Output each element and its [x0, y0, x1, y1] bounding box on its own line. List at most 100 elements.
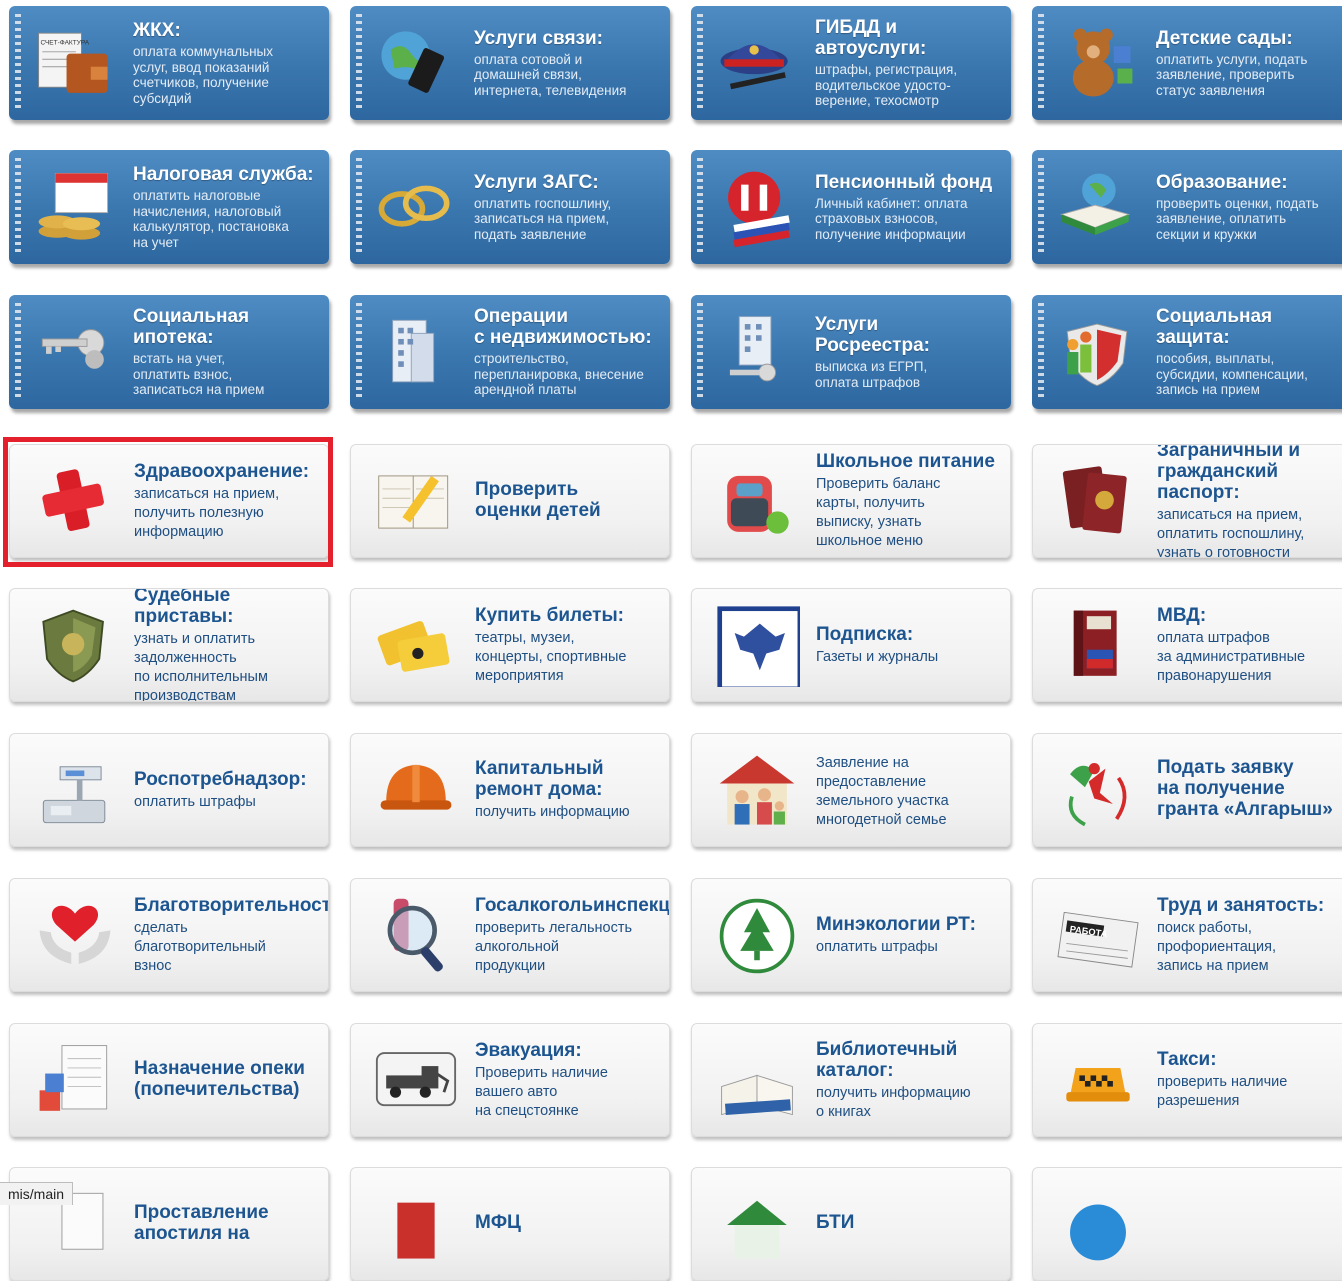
tile-title: Купить билеты: [475, 604, 624, 626]
open-book-icon [714, 1040, 800, 1122]
building-key-icon [713, 311, 799, 393]
tile-title: Услуги ЗАГС: [474, 171, 599, 193]
tile-description: Заявление на предоставление земельного у… [816, 754, 949, 828]
service-tile-keys[interactable]: Социальная ипотека: встать на учет, оплат… [9, 295, 329, 409]
globe-phone-icon [372, 22, 458, 104]
svg-text:СЧЕТ-ФАКТУРА: СЧЕТ-ФАКТУРА [40, 39, 89, 46]
service-tile-family-shield[interactable]: Социальная защита: пособия, выплаты, субс… [1032, 295, 1342, 409]
service-tile-scales[interactable]: Роспотребнадзор: оплатить штрафы [9, 733, 329, 847]
tile-title: Налоговая служба: [133, 164, 314, 185]
tile-description: оплатить налоговые начисления, налоговый… [133, 188, 289, 250]
tile-title: Здравоохранение: [134, 460, 310, 482]
service-tile-hard-hat[interactable]: Капитальный ремонт дома: получить информа… [350, 733, 670, 847]
tile-title: Назначение опеки (попечительства) [134, 1057, 305, 1100]
tile-description: оплатить госпошлину, записаться на прием… [474, 195, 612, 242]
tile-description: узнать и оплатить задолженность по испол… [134, 630, 268, 702]
service-tile-building[interactable]: Операции с недвижимостью: строительство, … [350, 295, 670, 409]
tile-description: оплата сотовой и домашней связи, интерне… [474, 51, 627, 98]
tile-text [1157, 1168, 1342, 1280]
tile-description: оплатить штрафы [134, 793, 256, 810]
service-tile-family-house[interactable]: Заявление на предоставление земельного у… [691, 733, 1011, 847]
tile-title: Операции с недвижимостью: [474, 306, 652, 349]
tile-description: записаться на прием, оплатить госпошлину… [1157, 506, 1305, 558]
tile-description: Проверить баланс карты, получить выписку… [816, 476, 941, 549]
tile-title: Школьное питание [816, 451, 995, 472]
status-bar-url: mis/main [0, 1182, 74, 1205]
tile-text: Капитальный ремонт дома: получить информа… [475, 734, 663, 846]
tile-text: Роспотребнадзор: оплатить штрафы [134, 734, 322, 846]
service-tile-newspaper[interactable]: РАБОТА Труд и занятость: поиск работы, про… [1032, 878, 1342, 992]
service-tile-coins-calendar[interactable]: Налоговая служба: оплатить налоговые начи… [9, 150, 329, 264]
service-tile-ecology-emblem[interactable]: Минэкологии РТ: оплатить штрафы [691, 878, 1011, 992]
tow-truck-icon [373, 1040, 459, 1122]
service-tile-bailiff-badge[interactable]: Судебные приставы: узнать и оплатить задо… [9, 588, 329, 702]
passport-icon [1055, 461, 1141, 543]
service-tile-post-eagle[interactable]: Подписка: Газеты и журналы [691, 588, 1011, 702]
service-tile-bill-wallet[interactable]: СЧЕТ-ФАКТУРА ЖКХ: оплата коммунальных услу… [9, 6, 329, 120]
bill-wallet-icon: СЧЕТ-ФАКТУРА [31, 22, 117, 104]
service-tile-building-key[interactable]: Услуги Росреестра: выписка из ЕГРП, оплат… [691, 295, 1011, 409]
coins-calendar-icon [31, 166, 117, 248]
service-tile-pension-fund-logo[interactable]: Пенсионный фонд Личный кабинет: оплата ст… [691, 150, 1011, 264]
tile-title: Проверить оценки детей [475, 478, 601, 521]
family-shield-icon [1054, 311, 1140, 393]
service-tile-taxi-sign[interactable]: Такси: проверить наличие разрешения [1032, 1023, 1342, 1137]
tile-description: строительство, перепланировка, внесение … [474, 351, 644, 398]
teddy-bear-icon [1054, 22, 1140, 104]
tile-title: Заграничный и гражданский паспорт: [1157, 444, 1301, 503]
tile-title: ЖКХ: [133, 20, 181, 41]
document-blocks-icon [32, 1040, 118, 1122]
tile-text: Библиотечный каталог: получить информацию… [816, 1024, 1004, 1136]
algarysh-logo-icon [1055, 750, 1141, 832]
service-tile-globe[interactable] [1032, 1167, 1342, 1281]
taxi-sign-icon [1055, 1040, 1141, 1122]
service-tile-teddy-bear[interactable]: Детские сады: оплатить услуги, подать зая… [1032, 6, 1342, 120]
service-tile-document-blocks[interactable]: Назначение опеки (попечительства) [9, 1023, 329, 1137]
tile-description: поиск работы, профориентация, запись на … [1157, 919, 1277, 974]
service-tile-algarysh-logo[interactable]: Подать заявку на получение гранта «Алгар… [1032, 733, 1342, 847]
tile-title: Подать заявку на получение гранта «Алгар… [1157, 757, 1333, 820]
tile-title: Подписка: [816, 623, 914, 645]
service-tile-backpack-apple[interactable]: Школьное питание Проверить баланс карты, … [691, 444, 1011, 558]
service-tile-diary-pencil[interactable]: Проверить оценки детей [350, 444, 670, 558]
tile-title: Труд и занятость: [1157, 894, 1325, 916]
service-tile-police-cap[interactable]: ГИБДД и автоуслуги: штрафы, регистрация, … [691, 6, 1011, 120]
tile-text: Услуги Росреестра: выписка из ЕГРП, оплат… [815, 295, 1005, 409]
heart-hands-icon [32, 895, 118, 977]
service-tile-globe-phone[interactable]: Услуги связи: оплата сотовой и домашней с… [350, 6, 670, 120]
tile-title: ГИБДД и автоуслуги: [815, 17, 927, 60]
tile-text: Социальная ипотека: встать на учет, оплат… [133, 295, 323, 409]
tile-text: Детские сады: оплатить услуги, подать зая… [1156, 6, 1342, 120]
tile-description: записаться на прием, получить полезную и… [134, 485, 280, 540]
tile-text: Налоговая служба: оплатить налоговые начи… [133, 150, 323, 264]
bailiff-badge-icon [32, 605, 118, 687]
tile-description: оплата коммунальных услуг, ввод показани… [133, 44, 274, 106]
tile-title: Роспотребнадзор: [134, 768, 307, 790]
tile-text: Школьное питание Проверить баланс карты, … [816, 445, 1004, 557]
service-tile-open-book[interactable]: Библиотечный каталог: получить информацию… [691, 1023, 1011, 1137]
tile-title: Судебные приставы: [134, 588, 234, 627]
service-tile-magnifier-bottle[interactable]: Госалкогольинспекция: проверить легальнос… [350, 878, 670, 992]
service-tile-passport[interactable]: Заграничный и гражданский паспорт: записа… [1032, 444, 1342, 558]
tile-title: МВД: [1157, 604, 1207, 626]
police-cap-icon [713, 22, 799, 104]
service-tile-tickets[interactable]: Купить билеты: театры, музеи, концерты, с… [350, 588, 670, 702]
service-tile-code-book[interactable]: МВД: оплата штрафов за административные п… [1032, 588, 1342, 702]
service-tile-house[interactable]: БТИ [691, 1167, 1011, 1281]
tile-text: Заявление на предоставление земельного у… [816, 734, 1004, 846]
tile-description: театры, музеи, концерты, спортивные меро… [475, 629, 627, 684]
tile-text: Купить билеты: театры, музеи, концерты, с… [475, 589, 663, 701]
service-tile-globe-book[interactable]: Образование: проверить оценки, подать зая… [1032, 150, 1342, 264]
service-tile-heart-hands[interactable]: Благотворительность: сделать благотворите… [9, 878, 329, 992]
service-tile-tow-truck[interactable]: Эвакуация: Проверить наличие вашего авто … [350, 1023, 670, 1137]
service-tile-wedding-rings[interactable]: Услуги ЗАГС: оплатить госпошлину, записат… [350, 150, 670, 264]
service-tile-red-cross[interactable]: Здравоохранение: записаться на прием, пол… [9, 444, 329, 558]
tile-text: Услуги ЗАГС: оплатить госпошлину, записат… [474, 150, 664, 264]
service-tile-mfc-logo[interactable]: МФЦ [350, 1167, 670, 1281]
tile-title: Социальная защита: [1156, 306, 1273, 349]
tile-title: Такси: [1157, 1049, 1217, 1070]
tile-title: Услуги Росреестра: [815, 314, 930, 356]
red-cross-icon [32, 461, 118, 543]
tile-description: штрафы, регистрация, водительское удосто… [815, 62, 958, 109]
tile-text: БТИ [816, 1168, 1004, 1280]
